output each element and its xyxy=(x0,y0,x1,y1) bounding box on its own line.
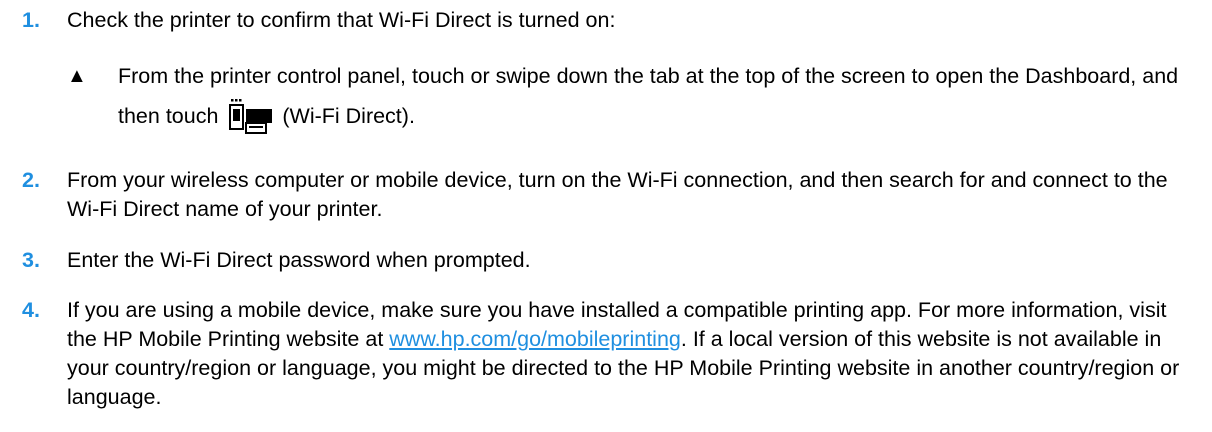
substep-text: From the printer control panel, touch or… xyxy=(118,56,1187,137)
instructions-document: 1. Check the printer to confirm that Wi-… xyxy=(0,0,1212,432)
step-number: 1. xyxy=(22,8,40,32)
substep-text-after-icon: (Wi-Fi Direct). xyxy=(276,104,415,128)
step-number: 4. xyxy=(22,298,40,322)
step-text: Check the printer to confirm that Wi-Fi … xyxy=(67,8,616,32)
step-text: If you are using a mobile device, make s… xyxy=(67,296,1196,412)
wifi-direct-icon xyxy=(228,97,274,137)
triangle-bullet-icon: ▲ xyxy=(67,65,87,87)
step-text: Enter the Wi-Fi Direct password when pro… xyxy=(67,248,531,272)
step-number: 3. xyxy=(22,248,40,272)
step-text: From your wireless computer or mobile de… xyxy=(67,168,1168,221)
mobile-printing-link[interactable]: www.hp.com/go/mobileprinting xyxy=(389,327,681,351)
step-number: 2. xyxy=(22,168,40,192)
